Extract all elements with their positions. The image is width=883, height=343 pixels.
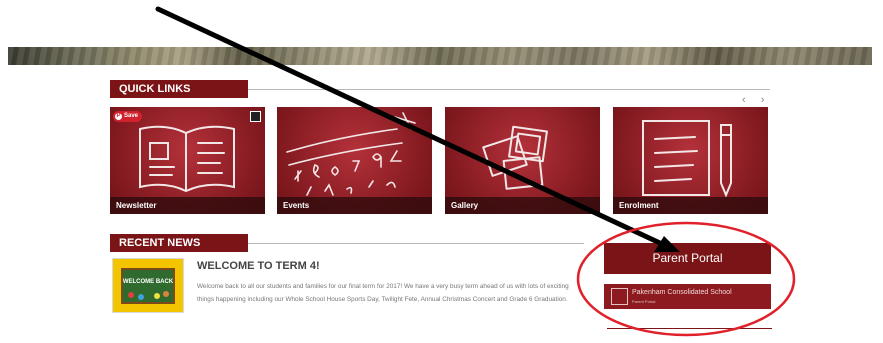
annotation-overlay — [155, 6, 796, 337]
annotation-arrow — [155, 6, 665, 247]
annotation-circle — [576, 221, 796, 337]
